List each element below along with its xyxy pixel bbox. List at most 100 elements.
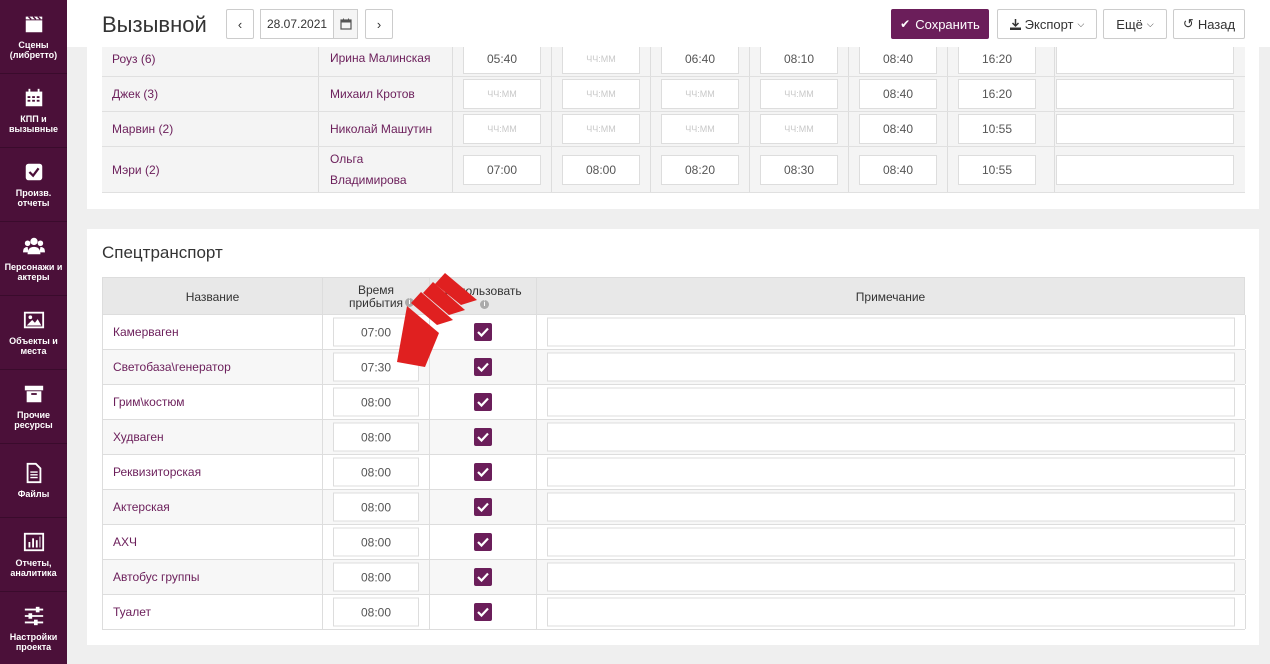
arrival-time-input[interactable]: 08:00 [333,422,419,452]
arrival-time-input[interactable]: 08:00 [333,457,419,487]
role-name[interactable]: Джек (3) [102,77,319,111]
sidebar-item-reports[interactable]: Произв. отчеты [0,148,67,222]
transport-name[interactable]: АХЧ [103,525,323,559]
note-input[interactable] [547,387,1235,417]
transport-name[interactable]: Туалет [103,595,323,629]
arrival-time-input[interactable]: 07:30 [333,352,419,382]
note-input[interactable] [1056,114,1234,144]
time-input[interactable]: 07:00 [463,154,541,185]
use-checkbox[interactable] [474,533,492,551]
use-checkbox[interactable] [474,498,492,516]
transport-name[interactable]: Актерская [103,490,323,524]
time-input[interactable]: ЧЧ:ММ [661,79,739,109]
sidebar-item-call-sheets[interactable]: КПП и вызывные [0,74,67,148]
transport-name[interactable]: Автобус группы [103,560,323,594]
time-input[interactable]: 10:55 [958,114,1036,144]
sidebar-item-characters[interactable]: Персонажи и актеры [0,222,67,296]
time-input[interactable]: ЧЧ:ММ [760,114,838,144]
time-input[interactable]: 08:30 [760,154,838,185]
prev-date-button[interactable]: ‹ [226,9,254,39]
date-picker[interactable]: 28.07.2021 [260,9,358,39]
note-input[interactable] [1056,43,1234,74]
chevron-down-icon: ⌵ [1077,18,1085,29]
role-name[interactable]: Мэри (2) [102,147,319,192]
use-checkbox[interactable] [474,463,492,481]
next-date-button[interactable]: › [365,9,393,39]
column-header-use: Использовать i [430,278,537,316]
save-button[interactable]: ✔ Сохранить [891,9,989,39]
time-input[interactable]: ЧЧ:ММ [463,79,541,109]
note-input[interactable] [1056,79,1234,109]
sidebar-item-settings[interactable]: Настройки проекта [0,592,67,664]
more-button[interactable]: Ещё ⌵ [1103,9,1167,39]
time-input[interactable]: ЧЧ:ММ [562,43,640,74]
column-header-time: Время прибытия i [323,278,430,316]
time-input[interactable]: ЧЧ:ММ [562,114,640,144]
check-icon [477,432,489,442]
time-input[interactable]: 16:20 [958,43,1036,74]
role-name[interactable]: Марвин (2) [102,112,319,146]
use-checkbox[interactable] [474,568,492,586]
use-checkbox[interactable] [474,603,492,621]
use-checkbox[interactable] [474,428,492,446]
time-input[interactable]: ЧЧ:ММ [562,79,640,109]
note-input[interactable] [547,492,1235,522]
sidebar-item-locations[interactable]: Объекты и места [0,296,67,370]
back-button[interactable]: ↺ Назад [1173,9,1245,39]
note-input[interactable] [547,352,1235,382]
arrival-time-input[interactable]: 08:00 [333,387,419,417]
time-input[interactable]: ЧЧ:ММ [760,79,838,109]
transport-name[interactable]: Камерваген [103,315,323,349]
sidebar-item-scenes[interactable]: Сцены (либретто) [0,0,67,74]
time-input[interactable]: 08:00 [562,154,640,185]
note-input[interactable] [547,597,1235,627]
transport-name[interactable]: Реквизиторская [103,455,323,489]
info-icon[interactable]: i [405,298,414,307]
time-input[interactable]: 08:40 [859,43,937,74]
note-input[interactable] [547,562,1235,592]
arrival-time-input[interactable]: 08:00 [333,492,419,522]
note-input[interactable] [547,527,1235,557]
transport-name[interactable]: Светобаза\генератор [103,350,323,384]
time-input[interactable]: 16:20 [958,79,1036,109]
time-input[interactable]: 08:40 [859,114,937,144]
time-input[interactable]: 08:10 [760,43,838,74]
actor-name[interactable]: Михаил Кротов [319,77,453,111]
date-value[interactable]: 28.07.2021 [261,17,333,31]
time-input[interactable]: ЧЧ:ММ [661,114,739,144]
time-input[interactable]: 06:40 [661,43,739,74]
time-input[interactable]: 08:20 [661,154,739,185]
info-icon[interactable]: i [480,300,489,309]
arrival-time-input[interactable]: 08:00 [333,562,419,592]
note-input[interactable] [1056,154,1234,185]
transport-name[interactable]: Худваген [103,420,323,454]
time-input[interactable]: 10:55 [958,154,1036,185]
export-button[interactable]: Экспорт ⌵ [997,9,1097,39]
sidebar-item-label: Прочие ресурсы [14,410,53,430]
undo-icon: ↺ [1182,16,1194,31]
use-checkbox[interactable] [474,358,492,376]
calendar-icon[interactable] [333,10,357,38]
arrival-time-input[interactable]: 08:00 [333,597,419,627]
sidebar-item-analytics[interactable]: Отчеты, аналитика [0,518,67,592]
note-input[interactable] [547,422,1235,452]
sidebar-item-files[interactable]: Файлы [0,444,67,518]
time-input[interactable]: ЧЧ:ММ [463,114,541,144]
use-checkbox[interactable] [474,323,492,341]
note-input[interactable] [547,457,1235,487]
transport-name[interactable]: Грим\костюм [103,385,323,419]
file-icon [26,462,41,484]
use-checkbox[interactable] [474,393,492,411]
time-input[interactable]: 05:40 [463,43,541,74]
sidebar-item-resources[interactable]: Прочие ресурсы [0,370,67,444]
sidebar-item-label: Объекты и места [9,336,58,356]
column-header-note: Примечание [855,289,926,304]
time-input[interactable]: 08:40 [859,79,937,109]
arrival-time-input[interactable]: 08:00 [333,527,419,557]
sidebar: Сцены (либретто) КПП и вызывные Произв. … [0,0,67,664]
time-input[interactable]: 08:40 [859,154,937,185]
actor-name[interactable]: Николай Машутин [319,112,453,146]
actor-name[interactable]: Ольга Владимирова [319,147,453,192]
note-input[interactable] [547,317,1235,347]
arrival-time-input[interactable]: 07:00 [333,317,419,347]
